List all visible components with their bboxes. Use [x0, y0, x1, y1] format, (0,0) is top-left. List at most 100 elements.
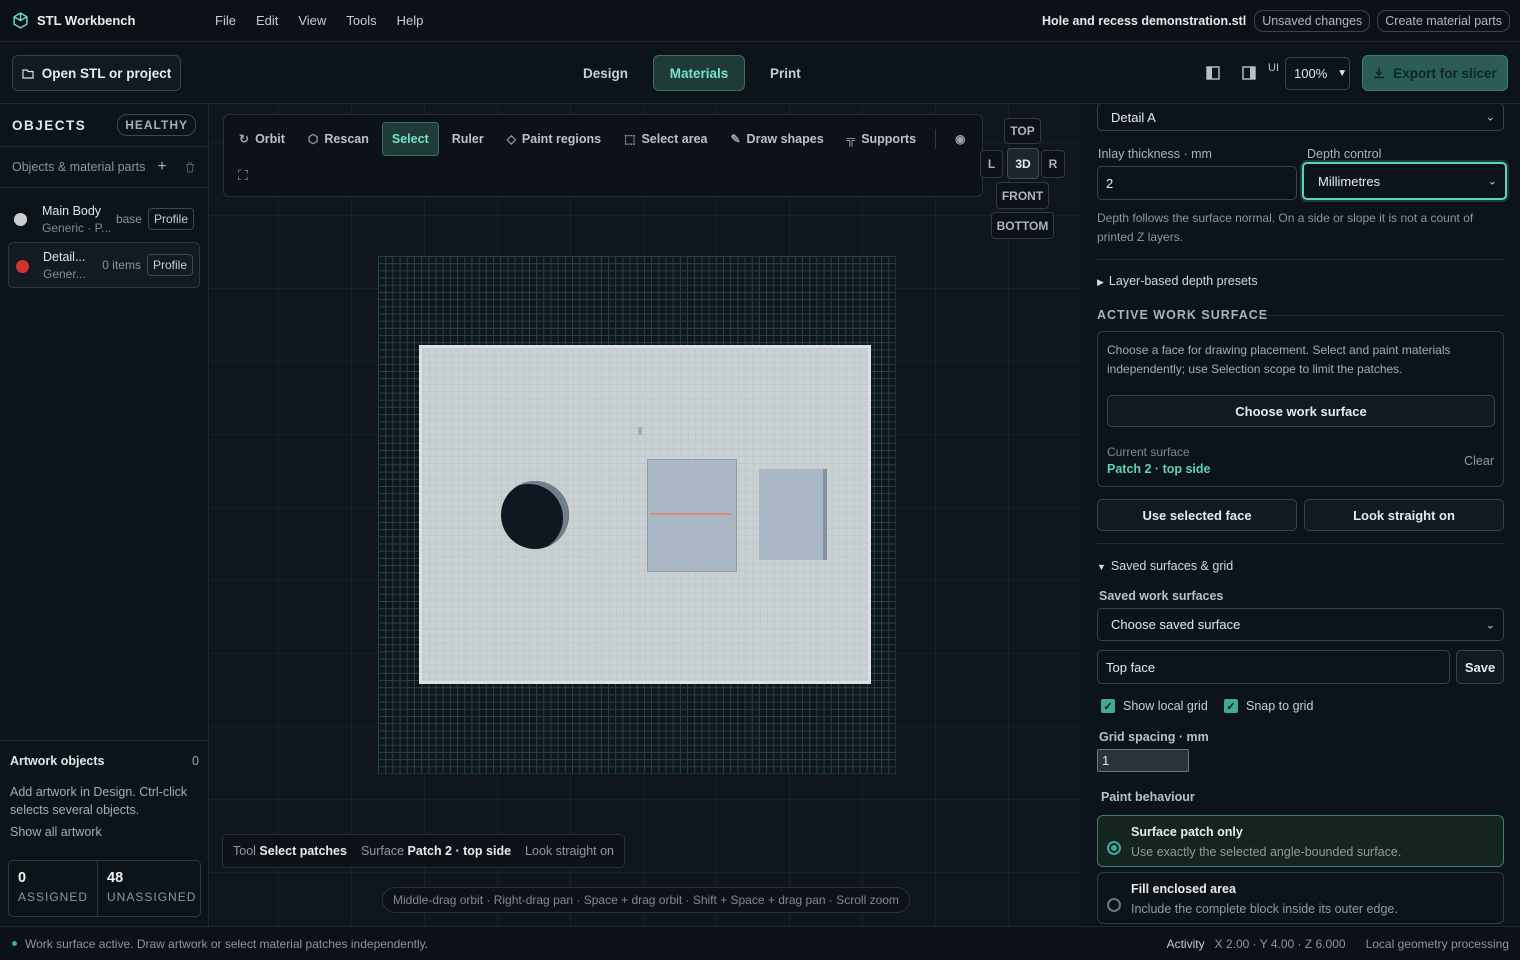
materials-inspector: Detail A ⌄ Inlay thickness · mm Depth con… — [1081, 104, 1520, 926]
tool-select[interactable]: Select — [381, 122, 439, 156]
3d-viewport[interactable]: ↻ Orbit ⬡ Rescan Select Ruler ◇ Paint regio… — [210, 104, 1080, 926]
tool-paint-regions[interactable]: ◇ Paint regions — [497, 122, 611, 156]
tool-draw-shapes[interactable]: ✎ Draw shapes — [720, 122, 833, 156]
view-3d-button[interactable]: 3D — [1007, 148, 1039, 179]
surface-name-input[interactable]: Top face — [1097, 650, 1450, 684]
model-main-body[interactable] — [419, 345, 871, 684]
open-stl-button[interactable]: Open STL or project — [12, 55, 181, 91]
menu-file[interactable]: File — [205, 13, 246, 28]
view-top-button[interactable]: TOP — [1004, 118, 1041, 144]
right-panel-toggle-icon[interactable] — [1242, 66, 1256, 80]
ui-zoom-select[interactable]: 100% ▼ — [1285, 56, 1350, 90]
select-area-icon: ⬚ — [624, 132, 636, 146]
tool-ruler[interactable]: Ruler — [442, 122, 494, 156]
tab-print[interactable]: Print — [753, 55, 818, 91]
show-all-artwork-link[interactable]: Show all artwork — [10, 825, 199, 839]
objects-subtitle: Objects & material parts — [12, 160, 146, 174]
status-tool-value: Select patches — [259, 844, 347, 858]
menu-edit[interactable]: Edit — [246, 13, 288, 28]
use-selected-face-button[interactable]: Use selected face — [1097, 499, 1297, 531]
depth-control-value: Millimetres — [1318, 173, 1381, 189]
choose-work-surface-button[interactable]: Choose work surface — [1107, 395, 1495, 427]
tool-label: Orbit — [255, 132, 285, 146]
grid-spacing-label: Grid spacing · mm — [1099, 730, 1209, 744]
saved-surface-select[interactable]: Choose saved surface ⌄ — [1097, 608, 1504, 641]
build-plate-grid[interactable] — [378, 256, 896, 774]
model-recess-patch[interactable] — [647, 459, 737, 572]
tool-label: Select area — [641, 132, 708, 146]
profile-button[interactable]: Profile — [146, 254, 193, 276]
view-left-button[interactable]: L — [980, 150, 1003, 178]
fill-enclosed-area-option[interactable]: Fill enclosed area Include the complete … — [1097, 872, 1504, 924]
folder-icon — [22, 68, 34, 79]
tool-orbit[interactable]: ↻ Orbit — [229, 122, 295, 156]
snap-to-grid-checkbox[interactable]: ✓ Snap to grid — [1224, 699, 1313, 713]
trash-icon[interactable] — [185, 161, 195, 173]
checkmark-icon: ✓ — [1224, 699, 1238, 713]
menu-bar: File Edit View Tools Help — [205, 13, 433, 28]
option-description: Use exactly the selected angle-bounded s… — [1131, 845, 1402, 859]
caret-down-icon: ▼ — [1097, 562, 1106, 572]
open-stl-label: Open STL or project — [41, 65, 172, 81]
inlay-thickness-input[interactable]: 2 — [1097, 166, 1297, 200]
model-recess-block[interactable] — [759, 469, 827, 560]
depth-control-select[interactable]: Millimetres ⌄ — [1302, 162, 1507, 200]
active-work-surface-title: ACTIVE WORK SURFACE — [1097, 308, 1269, 322]
option-title: Surface patch only — [1131, 825, 1243, 839]
depth-note: Depth follows the surface normal. On a s… — [1097, 211, 1474, 244]
create-material-parts-button[interactable]: Create material parts — [1377, 9, 1510, 32]
divider — [1097, 543, 1504, 544]
radio-unselected-icon — [1107, 898, 1121, 912]
chevron-down-icon: ▼ — [1337, 67, 1348, 79]
model-circular-hole[interactable] — [501, 481, 569, 549]
processing-mode: Local geometry processing — [1365, 936, 1509, 951]
view-right-button[interactable]: R — [1041, 150, 1065, 178]
visibility-toggle[interactable]: ◉ — [945, 122, 975, 156]
view-bottom-button[interactable]: BOTTOM — [991, 212, 1054, 239]
layer-presets-label: Layer-based depth presets — [1108, 274, 1258, 288]
show-local-grid-checkbox[interactable]: ✓ Show local grid — [1101, 699, 1208, 713]
tool-label: Paint regions — [521, 132, 602, 146]
status-look-straight-on[interactable]: Look straight on — [525, 844, 614, 858]
surface-patch-only-option[interactable]: Surface patch only Use exactly the selec… — [1097, 815, 1504, 867]
menu-help[interactable]: Help — [387, 13, 434, 28]
view-front-button[interactable]: FRONT — [996, 182, 1049, 209]
detail-select[interactable]: Detail A ⌄ — [1097, 104, 1504, 131]
download-icon — [1374, 68, 1385, 79]
tool-supports[interactable]: ╦ Supports — [837, 122, 926, 156]
clear-surface-button[interactable]: Clear — [1464, 454, 1494, 468]
chevron-down-icon: ⌄ — [1487, 175, 1497, 188]
chevron-down-icon: ⌄ — [1485, 111, 1495, 124]
object-row-main-body[interactable]: Main Body Generic · P... base Profile — [8, 196, 200, 242]
tool-select-area[interactable]: ⬚ Select area — [614, 122, 717, 156]
depth-control-label: Depth control — [1307, 147, 1382, 161]
tool-label: Supports — [861, 132, 917, 146]
tab-design[interactable]: Design — [566, 55, 645, 91]
tool-label: Select — [391, 132, 429, 146]
tab-materials[interactable]: Materials — [653, 55, 746, 91]
app-brand: STL Workbench — [12, 12, 202, 29]
grid-spacing-input[interactable]: 1 — [1097, 749, 1189, 772]
activity-button[interactable]: Activity — [1167, 937, 1205, 951]
tool-rescan[interactable]: ⬡ Rescan — [298, 122, 379, 156]
add-icon[interactable]: + — [157, 158, 166, 176]
profile-button[interactable]: Profile — [147, 208, 194, 230]
saved-surface-value: Choose saved surface — [1111, 617, 1241, 632]
left-panel-toggle-icon[interactable] — [1206, 66, 1220, 80]
save-surface-button[interactable]: Save — [1456, 650, 1504, 684]
object-material: Generic · P... — [42, 220, 112, 235]
layer-presets-toggle[interactable]: ▶ Layer-based depth presets — [1097, 274, 1258, 288]
look-straight-on-button[interactable]: Look straight on — [1304, 499, 1504, 531]
health-badge: HEALTHY — [117, 114, 196, 136]
menu-view[interactable]: View — [288, 13, 336, 28]
ui-scale-label: UI — [1268, 62, 1279, 74]
file-name: Hole and recess demonstration.stl — [1041, 13, 1247, 28]
viewport-status: Tool Select patches Surface Patch 2 · to… — [222, 834, 625, 868]
object-name: Detail... — [43, 249, 86, 264]
artwork-title: Artwork objects — [10, 754, 105, 768]
object-row-detail[interactable]: Detail... Gener... 0 items Profile — [8, 242, 200, 288]
saved-surfaces-toggle[interactable]: ▼ Saved surfaces & grid — [1097, 559, 1233, 573]
menu-tools[interactable]: Tools — [336, 13, 386, 28]
fullscreen-icon[interactable]: ⛶ — [224, 167, 982, 184]
export-for-slicer-button[interactable]: Export for slicer — [1362, 55, 1508, 91]
